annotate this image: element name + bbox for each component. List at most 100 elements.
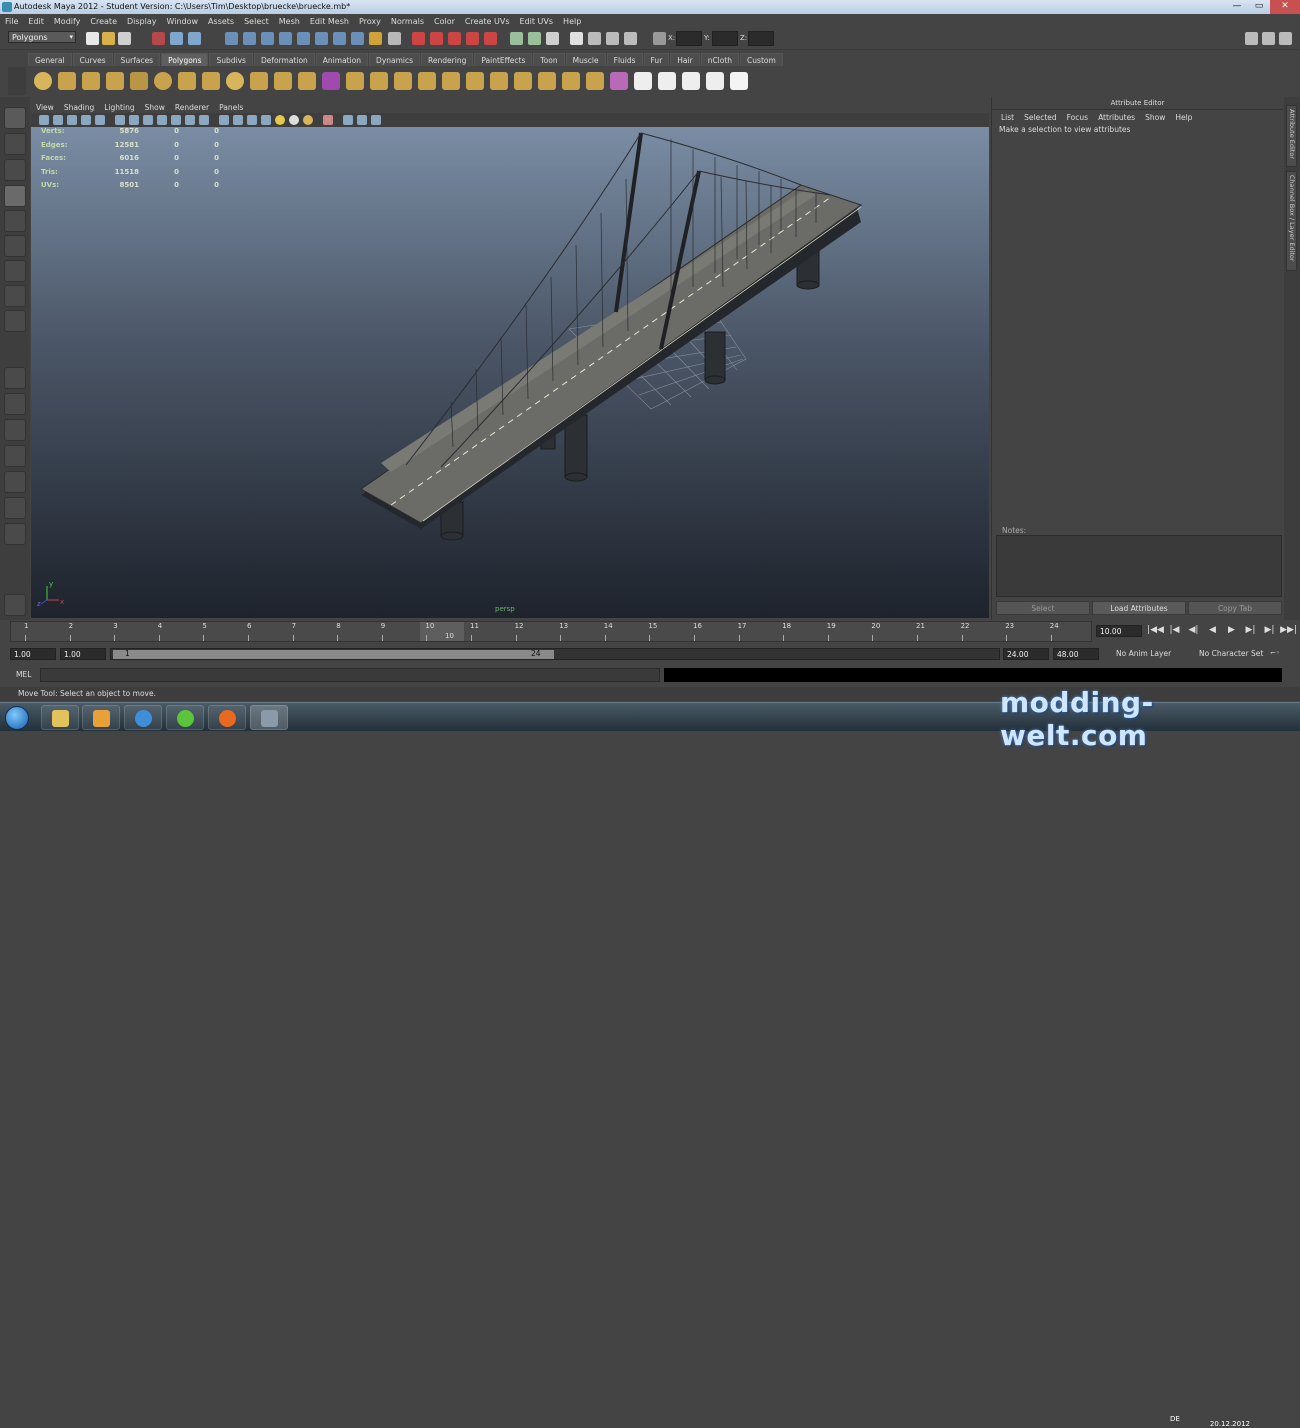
cylindrical-uv-icon[interactable] (658, 72, 676, 90)
poly-cylinder-icon[interactable] (82, 72, 100, 90)
open-scene-icon[interactable] (102, 32, 115, 45)
menu-mesh[interactable]: Mesh (274, 17, 305, 26)
safe-title-icon[interactable] (185, 115, 195, 125)
tab-polygons[interactable]: Polygons (161, 53, 209, 66)
field-chart-icon[interactable] (157, 115, 167, 125)
input-language[interactable]: DE (1170, 1415, 1180, 1423)
use-default-light-icon[interactable] (275, 115, 285, 125)
xray-joints-icon[interactable] (343, 115, 353, 125)
menu-proxy[interactable]: Proxy (354, 17, 386, 26)
ae-menu-selected[interactable]: Selected (1019, 113, 1062, 122)
new-scene-icon[interactable] (86, 32, 99, 45)
menu-color[interactable]: Color (429, 17, 460, 26)
menu-window[interactable]: Window (162, 17, 204, 26)
wireframe-icon[interactable] (219, 115, 229, 125)
render-settings-icon[interactable] (624, 32, 637, 45)
tab-fluids[interactable]: Fluids (606, 53, 643, 66)
viewport-menu-panels[interactable]: Panels (214, 103, 248, 112)
select-misc-icon[interactable] (351, 32, 364, 45)
menu-select[interactable]: Select (239, 17, 274, 26)
step-back-frame-button[interactable]: ◀| (1184, 625, 1203, 635)
transform-field-toggle-icon[interactable] (653, 32, 666, 45)
wireframe-on-shaded-icon[interactable] (247, 115, 257, 125)
tab-ncloth[interactable]: nCloth (700, 53, 740, 66)
tab-curves[interactable]: Curves (72, 53, 113, 66)
ae-select-button[interactable]: Select (996, 601, 1090, 615)
last-tool-icon[interactable] (4, 310, 26, 332)
y-field[interactable] (712, 31, 738, 46)
viewport-menu-lighting[interactable]: Lighting (99, 103, 139, 112)
input-ops-icon[interactable] (528, 32, 541, 45)
four-view-layout-icon[interactable] (4, 393, 26, 415)
go-to-end-button[interactable]: ▶▶| (1279, 625, 1298, 635)
poke-icon[interactable] (538, 72, 556, 90)
uv-texture-editor-icon[interactable] (730, 72, 748, 90)
select-tool-icon[interactable] (4, 107, 26, 129)
step-back-key-button[interactable]: |◀ (1165, 625, 1184, 635)
film-gate-icon[interactable] (115, 115, 125, 125)
poly-sphere-icon[interactable] (34, 72, 52, 90)
tab-muscle[interactable]: Muscle (565, 53, 606, 66)
x-field[interactable] (676, 31, 702, 46)
chamfer-icon[interactable] (562, 72, 580, 90)
xray-icon[interactable] (261, 115, 271, 125)
persp-outliner-layout-icon[interactable] (4, 419, 26, 441)
taskbar-firefox[interactable] (208, 705, 246, 730)
history-icon[interactable] (510, 32, 523, 45)
combine-icon[interactable] (250, 72, 268, 90)
ae-menu-show[interactable]: Show (1140, 113, 1170, 122)
select-surfaces-icon[interactable] (279, 32, 292, 45)
scale-tool-icon[interactable] (4, 235, 26, 257)
select-component-icon[interactable] (188, 32, 201, 45)
taskbar-internet-explorer[interactable] (124, 705, 162, 730)
poly-helix-icon[interactable] (226, 72, 244, 90)
smooth-shade-icon[interactable] (233, 115, 243, 125)
shadows-icon[interactable] (289, 115, 299, 125)
notes-field[interactable] (996, 535, 1282, 597)
step-forward-frame-button[interactable]: ▶| (1241, 625, 1260, 635)
menu-help[interactable]: Help (558, 17, 586, 26)
maximize-button[interactable]: ▭ (1248, 0, 1270, 14)
render-frame-icon[interactable] (588, 32, 601, 45)
mel-label[interactable]: MEL (16, 670, 31, 679)
side-tab-attribute-editor[interactable]: Attribute Editor (1286, 105, 1297, 167)
grid-icon[interactable] (95, 115, 105, 125)
tab-general[interactable]: General (28, 53, 72, 66)
current-frame-field[interactable]: 10.00 (1096, 625, 1142, 637)
z-field[interactable] (748, 31, 774, 46)
tab-fur[interactable]: Fur (643, 53, 670, 66)
snap-grid-icon[interactable] (412, 32, 425, 45)
poly-cone-icon[interactable] (106, 72, 124, 90)
select-handles-icon[interactable] (225, 32, 238, 45)
tab-rendering[interactable]: Rendering (421, 53, 474, 66)
append-polygon-icon[interactable] (394, 72, 412, 90)
close-button[interactable]: ✕ (1270, 0, 1300, 14)
bevel-icon[interactable] (490, 72, 508, 90)
automatic-uv-icon[interactable] (706, 72, 724, 90)
bridge-icon[interactable] (370, 72, 388, 90)
high-quality-icon[interactable] (303, 115, 313, 125)
tab-animation[interactable]: Animation (315, 53, 369, 66)
menu-set-selector[interactable]: Polygons (8, 31, 76, 43)
menu-file[interactable]: File (0, 17, 23, 26)
xray-components-icon[interactable] (357, 115, 367, 125)
character-set-selector[interactable]: No Character Set (1199, 649, 1263, 658)
poly-prism-icon[interactable] (178, 72, 196, 90)
menu-create[interactable]: Create (85, 17, 122, 26)
split-polygon-icon[interactable] (418, 72, 436, 90)
anim-end-field[interactable]: 24.00 (1003, 648, 1049, 660)
menu-normals[interactable]: Normals (386, 17, 429, 26)
ae-menu-help[interactable]: Help (1170, 113, 1197, 122)
soft-mod-tool-icon[interactable] (4, 285, 26, 307)
range-slider-handle[interactable] (113, 650, 554, 659)
play-forwards-button[interactable]: ▶ (1222, 625, 1241, 635)
taskbar-explorer[interactable] (41, 705, 79, 730)
bookmarks-icon[interactable] (67, 115, 77, 125)
poly-plane-icon[interactable] (130, 72, 148, 90)
select-rendering-icon[interactable] (333, 32, 346, 45)
hypershade-layout-icon[interactable] (4, 471, 26, 493)
end-time-field[interactable]: 48.00 (1053, 648, 1099, 660)
backface-culling-icon[interactable] (371, 115, 381, 125)
range-slider[interactable]: 1 24 (110, 648, 1000, 660)
show-attribute-editor-icon[interactable] (1245, 32, 1258, 45)
